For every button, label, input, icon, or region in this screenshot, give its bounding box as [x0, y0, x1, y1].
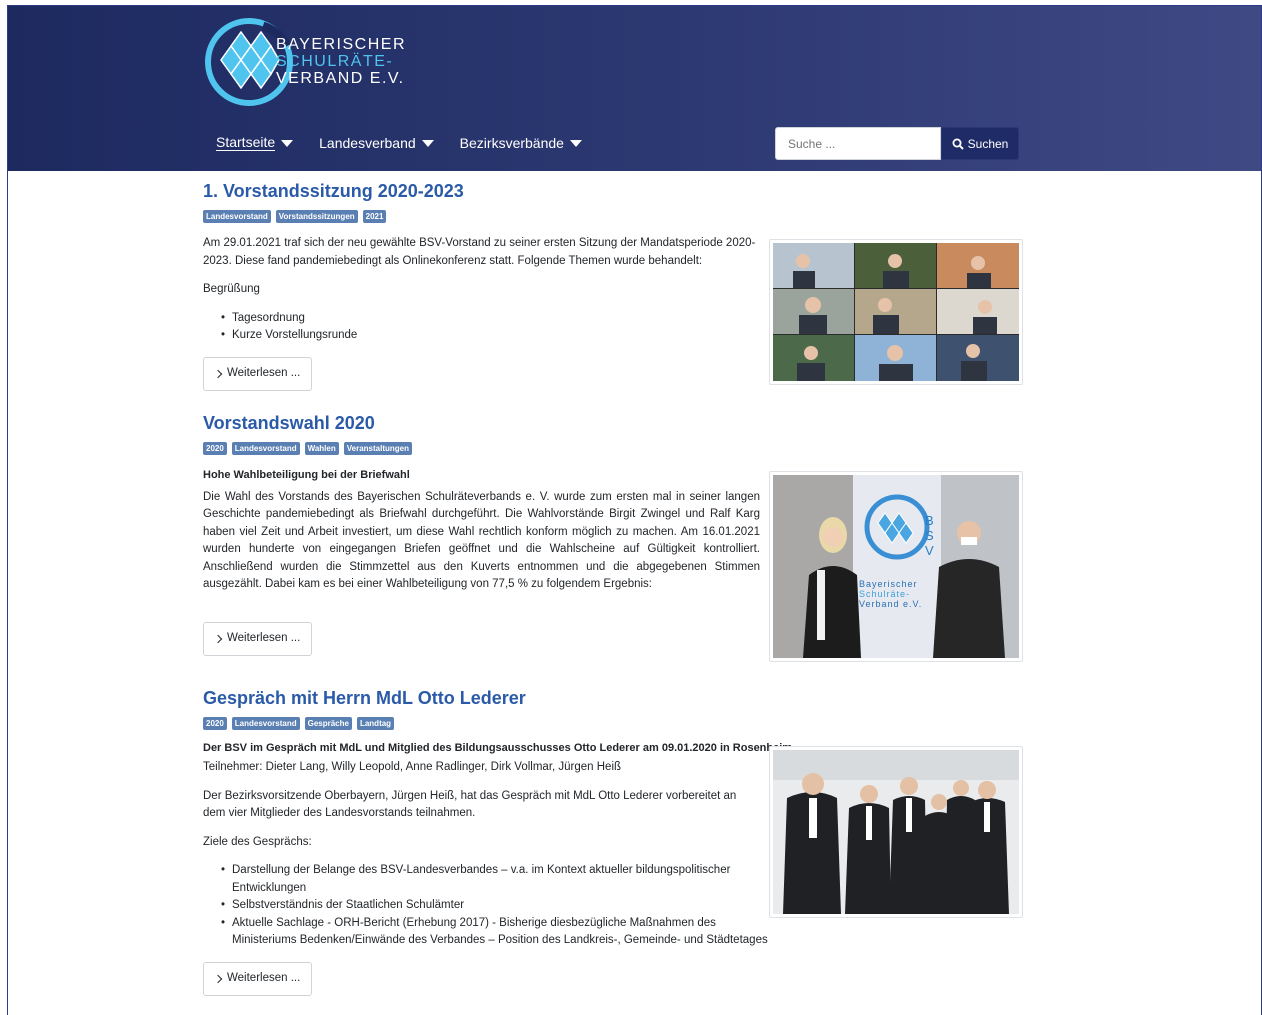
nav-label: Bezirksverbände — [459, 134, 564, 151]
tag-badge[interactable]: Wahlen — [304, 442, 339, 455]
article-image-election-photo[interactable]: B S V Bayerischer Schulräte- Verband e.V… — [769, 471, 1023, 662]
caret-down-icon — [421, 140, 434, 147]
search-button-label: Suchen — [967, 136, 1009, 151]
banner-letter-v: V — [925, 543, 934, 558]
chevron-right-icon — [213, 974, 223, 983]
tag-badge[interactable]: Landesvorstand — [231, 442, 300, 455]
search-icon — [952, 138, 964, 150]
article-paragraph: Der Bezirksvorsitzende Oberbayern, Jürge… — [203, 789, 737, 820]
read-more-label: Weiterlesen ... — [227, 366, 301, 379]
tag-badge[interactable]: Vorstandssitzungen — [275, 210, 358, 223]
article-paragraph: Begrüßung — [203, 283, 260, 295]
search-input[interactable] — [775, 127, 941, 160]
banner-letter-s: S — [925, 528, 934, 543]
tag-badge[interactable]: Landesvorstand — [231, 717, 300, 730]
tag-list: 2020 Landesvorstand Wahlen Veranstaltung… — [203, 442, 1023, 455]
logo-line-3: Verband e.V. — [276, 70, 405, 87]
nav-item-landesverband[interactable]: Landesverband — [319, 134, 434, 151]
list-item: Kurze Vorstellungsrunde — [220, 327, 760, 345]
article-title[interactable]: Gespräch mit Herrn MdL Otto Lederer — [203, 688, 1023, 709]
article-body: Hohe Wahlbeteiligung bei der Briefwahl D… — [203, 467, 760, 656]
list-item: Darstellung der Belange des BSV-Landesve… — [220, 862, 778, 897]
tag-list: 2020 Landesvorstand Gespräche Landtag — [203, 717, 1023, 730]
election-photo: B S V Bayerischer Schulräte- Verband e.V… — [773, 475, 1019, 658]
page-frame: Bayerischer Schulräte- Verband e.V. Star… — [7, 5, 1262, 1015]
search-form: Suchen — [775, 127, 1019, 160]
article-list: 1. Vorstandssitzung 2020-2023 Landesvors… — [203, 181, 1023, 996]
nav-label: Startseite — [216, 134, 276, 151]
list-item: Tagesordnung — [220, 310, 760, 328]
read-more-button[interactable]: Weiterlesen ... — [203, 356, 313, 391]
read-more-button[interactable]: Weiterlesen ... — [203, 621, 313, 656]
article-body: Am 29.01.2021 traf sich der neu gewählte… — [203, 235, 760, 391]
caret-down-icon — [569, 140, 582, 147]
article-title[interactable]: Vorstandswahl 2020 — [203, 413, 1023, 434]
banner-line-3: Verband e.V. — [859, 599, 922, 609]
caret-down-icon — [281, 140, 294, 147]
goals-list: Darstellung der Belange des BSV-Landesve… — [203, 862, 778, 950]
article-lead: Hohe Wahlbeteiligung bei der Briefwahl — [203, 469, 410, 481]
logo-line-2: Schulräte- — [276, 53, 394, 70]
banner-line-2: Schulräte- — [859, 589, 910, 599]
tag-badge[interactable]: 2021 — [362, 210, 387, 223]
search-button[interactable]: Suchen — [941, 127, 1019, 160]
article-paragraph: Die Wahl des Vorstands des Bayerischen S… — [203, 490, 760, 591]
article-gespraech-lederer: Gespräch mit Herrn MdL Otto Lederer 2020… — [203, 688, 1023, 996]
article-image-video-conference[interactable] — [769, 239, 1023, 385]
tag-badge[interactable]: 2020 — [203, 442, 227, 455]
chevron-right-icon — [213, 634, 223, 643]
tag-badge[interactable]: Landtag — [356, 717, 395, 730]
tag-list: Landesvorstand Vorstandssitzungen 2021 — [203, 210, 1023, 223]
main-navigation: Startseite Landesverband Bezirksverbände — [216, 134, 582, 151]
site-header: Bayerischer Schulräte- Verband e.V. Star… — [8, 6, 1261, 171]
banner-letter-b: B — [925, 513, 934, 528]
article-paragraph: Am 29.01.2021 traf sich der neu gewählte… — [203, 237, 756, 267]
read-more-label: Weiterlesen ... — [227, 971, 301, 984]
tag-badge[interactable]: Gespräche — [304, 717, 352, 730]
article-image-group-photo[interactable] — [769, 746, 1023, 918]
article-body: Teilnehmer: Dieter Lang, Willy Leopold, … — [203, 759, 768, 996]
article-title[interactable]: 1. Vorstandssitzung 2020-2023 — [203, 181, 1023, 202]
banner-line-1: Bayerischer — [859, 579, 918, 589]
nav-label: Landesverband — [319, 134, 416, 151]
topic-list: Tagesordnung Kurze Vorstellungsrunde — [203, 310, 760, 345]
tag-badge[interactable]: 2020 — [203, 717, 227, 730]
logo-text[interactable]: Bayerischer Schulräte- Verband e.V. — [276, 36, 406, 87]
group-photo — [773, 750, 1019, 914]
tag-badge[interactable]: Veranstaltungen — [343, 442, 412, 455]
list-item: Selbstverständnis der Staatlichen Schulä… — [220, 897, 778, 915]
article-vorstandswahl: Vorstandswahl 2020 2020 Landesvorstand W… — [203, 413, 1023, 678]
video-conference-image — [773, 243, 1019, 381]
logo-line-1: Bayerischer — [276, 36, 407, 53]
chevron-right-icon — [213, 369, 223, 378]
read-more-button[interactable]: Weiterlesen ... — [203, 961, 313, 996]
tag-badge[interactable]: Landesvorstand — [203, 210, 271, 223]
list-item: Aktuelle Sachlage - ORH-Bericht (Erhebun… — [220, 915, 778, 950]
nav-item-startseite[interactable]: Startseite — [216, 134, 294, 151]
read-more-label: Weiterlesen ... — [227, 631, 301, 644]
article-paragraph: Ziele des Gesprächs: — [203, 835, 312, 848]
nav-item-bezirksverbaende[interactable]: Bezirksverbände — [460, 134, 582, 151]
article-paragraph: Teilnehmer: Dieter Lang, Willy Leopold, … — [203, 761, 622, 773]
article-vorstandssitzung: 1. Vorstandssitzung 2020-2023 Landesvors… — [203, 181, 1023, 409]
